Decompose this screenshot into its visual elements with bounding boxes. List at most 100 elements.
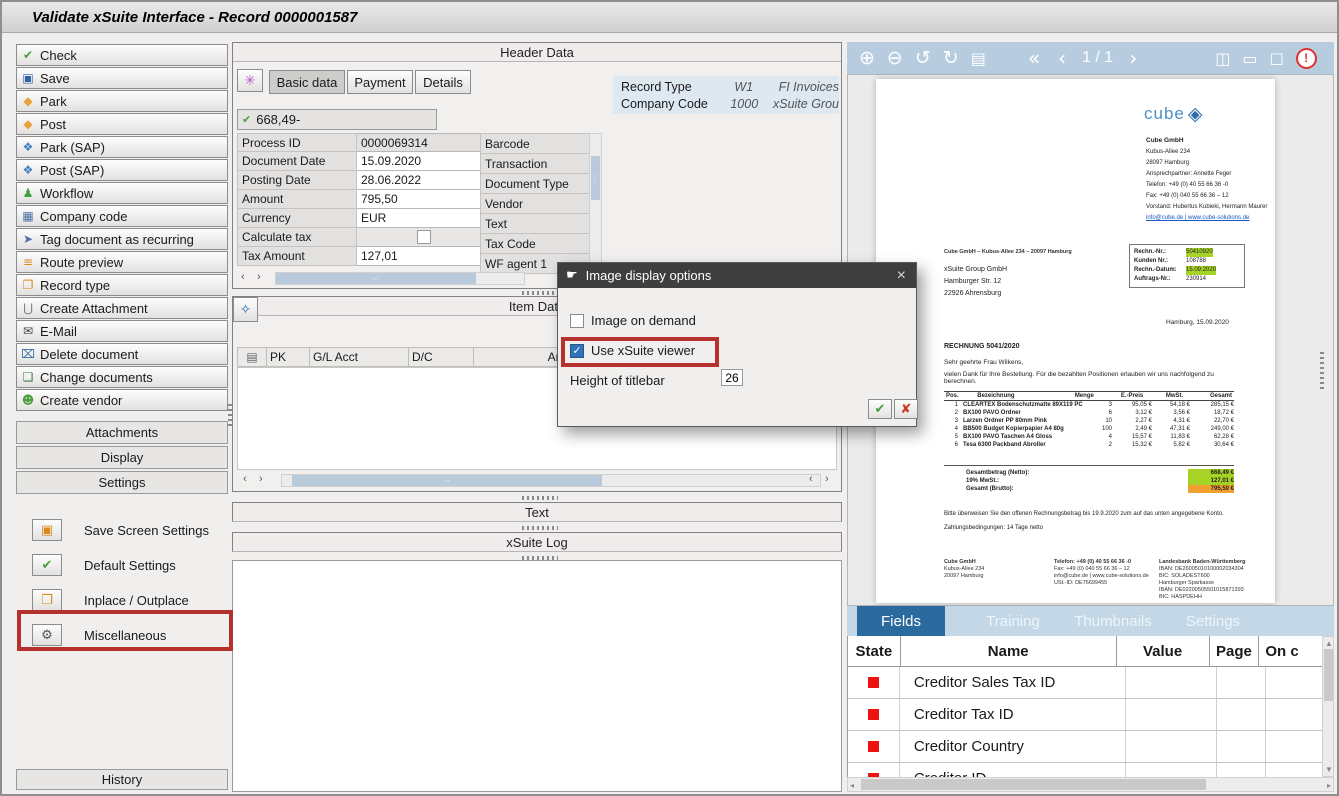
field-value-cell[interactable] <box>1126 763 1217 777</box>
sidebar-action-button[interactable]: ◆ Park <box>16 90 228 112</box>
sidebar-settings-label[interactable]: Save Screen Settings <box>84 523 209 538</box>
document-icon[interactable]: ▤ <box>971 49 986 68</box>
sidebar-view-button[interactable]: Attachments <box>16 421 228 444</box>
item-scroll-right2-icon[interactable]: › <box>825 473 829 486</box>
image-on-demand-checkbox[interactable] <box>570 314 584 328</box>
header-hscrollbar[interactable]: ⋯ <box>275 272 525 285</box>
zoom-in-icon[interactable]: ⊕ <box>859 47 875 69</box>
log-splitter-handle[interactable] <box>522 526 558 530</box>
header-field-input[interactable]: 795,50 <box>357 190 486 209</box>
text-panel-title[interactable]: Text <box>232 502 842 522</box>
sidebar-action-button[interactable]: ✔ Check <box>16 44 228 66</box>
field-row[interactable]: Creditor Country <box>848 731 1322 763</box>
sidebar-action-button[interactable]: ❖ Park (SAP) <box>16 136 228 158</box>
prev-page-icon[interactable]: ‹ <box>1058 46 1066 70</box>
field-row[interactable]: Creditor Sales Tax ID <box>848 667 1322 699</box>
tab-details[interactable]: Details <box>415 70 471 94</box>
inplace-outplace-icon[interactable]: ❐ <box>32 589 62 611</box>
dialog-titlebar[interactable]: ☛ Image display options × <box>558 263 916 288</box>
tab-fields[interactable]: Fields <box>857 606 945 636</box>
sidebar-action-button[interactable]: ❖ Post (SAP) <box>16 159 228 181</box>
item-scroll-left-icon[interactable]: ‹ <box>243 473 247 486</box>
xsuite-log-panel-title[interactable]: xSuite Log <box>232 532 842 552</box>
invoice-footer-col2: Telefon: +49 (0) 40 55 66 36 -0Fax: +49 … <box>1054 559 1154 587</box>
text-splitter-handle[interactable] <box>522 496 558 500</box>
item-scroll-right-icon[interactable]: › <box>259 473 263 486</box>
sidebar-action-button[interactable]: ✉ E-Mail <box>16 320 228 342</box>
tab-payment[interactable]: Payment <box>347 70 413 94</box>
next-page-icon[interactable]: › <box>1129 46 1137 70</box>
tab-thumbnails[interactable]: Thumbnails <box>1063 606 1163 636</box>
sidebar-view-button[interactable]: Display <box>16 446 228 469</box>
split-horizontal-icon[interactable]: ▭ <box>1242 49 1257 68</box>
sidebar-action-button[interactable]: ➤ Tag document as recurring <box>16 228 228 250</box>
dialog-ok-icon[interactable]: ✔ <box>868 399 892 419</box>
sidebar-action-button[interactable]: ❐ Record type <box>16 274 228 296</box>
titlebar-height-input[interactable] <box>721 369 743 386</box>
rotate-left-icon[interactable]: ↺ <box>915 47 931 69</box>
viewer-splitter-handle[interactable] <box>1320 352 1324 392</box>
wand-icon[interactable]: ✧ <box>233 297 258 322</box>
item-hscrollbar[interactable]: ⋯ <box>281 474 821 487</box>
sidebar-action-button[interactable]: ⌧ Delete document <box>16 343 228 365</box>
first-page-icon[interactable]: « <box>1028 46 1040 70</box>
item-scroll-left2-icon[interactable]: ‹ <box>809 473 813 486</box>
sidebar-action-label: Save <box>40 71 70 86</box>
dialog-close-icon[interactable]: × <box>897 267 906 285</box>
header-field-input[interactable]: EUR <box>357 209 486 228</box>
sidebar-view-button[interactable]: Settings <box>16 471 228 494</box>
miscellaneous-icon[interactable]: ⚙ <box>32 624 62 646</box>
panel-splitter-handle[interactable] <box>522 291 558 295</box>
sidebar-action-button[interactable]: ▦ Company code <box>16 205 228 227</box>
sidebar-action-button[interactable]: ⋃ Create Attachment <box>16 297 228 319</box>
split-vertical-icon[interactable]: ◫ <box>1215 49 1230 68</box>
header-field-input[interactable]: 127,01 <box>357 247 486 266</box>
header-scroll-left-icon[interactable]: ‹ <box>241 271 245 284</box>
invoice-note: Bitte überweisen Sie den offenen Rechnun… <box>944 511 1249 517</box>
sidebar-action-button[interactable]: ▣ Save <box>16 67 228 89</box>
single-view-icon[interactable]: □ <box>1269 49 1283 67</box>
save-screen-settings-icon[interactable]: ▣ <box>32 519 62 541</box>
header-form-right-labels: BarcodeTransactionDocument TypeVendorTex… <box>480 133 593 274</box>
alert-icon[interactable]: ! <box>1296 48 1317 69</box>
wand-icon[interactable]: ✳ <box>237 69 263 92</box>
change-documents-icon: ❏ <box>21 370 35 384</box>
field-value-cell[interactable] <box>1126 667 1217 698</box>
sidebar-action-button[interactable]: ◆ Post <box>16 113 228 135</box>
field-row[interactable]: Creditor Tax ID <box>848 699 1322 731</box>
header-field-input[interactable]: 15.09.2020 <box>357 152 486 171</box>
tab-training[interactable]: Training <box>963 606 1063 636</box>
header-form-vscrollbar[interactable]: ⋮ <box>589 133 602 266</box>
header-scroll-right-icon[interactable]: › <box>257 271 261 284</box>
sidebar-settings-label[interactable]: Inplace / Outplace <box>84 593 189 608</box>
row-selector-icon[interactable]: ▤ <box>237 347 267 367</box>
supplier-links[interactable]: info@cube.de | www.cube-solutions.de <box>1146 214 1268 222</box>
rotate-right-icon[interactable]: ↻ <box>943 47 959 69</box>
default-settings-icon[interactable]: ✔ <box>32 554 62 576</box>
dialog-cancel-icon[interactable]: ✘ <box>894 399 918 419</box>
header-field-label-right: Document Type <box>480 174 593 194</box>
sidebar-action-button[interactable]: ☻ Create vendor <box>16 389 228 411</box>
tab-settings[interactable]: Settings <box>1163 606 1263 636</box>
sidebar-action-button[interactable]: ❏ Change documents <box>16 366 228 388</box>
history-button[interactable]: History <box>16 769 228 790</box>
zoom-out-icon[interactable]: ⊖ <box>887 47 903 69</box>
use-xsuite-viewer-checkbox[interactable] <box>570 344 584 358</box>
supplier-block: Cube GmbH Kubus-Allee 23428097 HamburgAn… <box>1146 137 1268 225</box>
header-field-input[interactable] <box>357 228 486 247</box>
header-field-input[interactable]: 28.06.2022 <box>357 171 486 190</box>
sidebar-settings-label[interactable]: Default Settings <box>84 558 176 573</box>
field-row[interactable]: Creditor ID <box>848 763 1322 777</box>
fields-hscrollbar[interactable]: ◂ ▸ <box>847 777 1334 792</box>
header-field-input[interactable]: 0000069314 <box>357 133 486 152</box>
field-name-cell: Creditor Tax ID <box>900 699 1126 730</box>
field-value-cell[interactable] <box>1126 699 1217 730</box>
sidebar-action-button[interactable]: ♟ Workflow <box>16 182 228 204</box>
fields-vscrollbar[interactable]: ▲ ▼ <box>1322 636 1334 777</box>
sidebar-settings-label[interactable]: Miscellaneous <box>84 628 166 643</box>
tab-basic-data[interactable]: Basic data <box>269 70 345 94</box>
sidebar-action-button[interactable]: ≡ Route preview <box>16 251 228 273</box>
workflow-icon: ♟ <box>21 186 35 200</box>
document-viewer[interactable]: cube ◈ Cube GmbH Kubus-Allee 23428097 Ha… <box>847 74 1334 606</box>
field-value-cell[interactable] <box>1126 731 1217 762</box>
